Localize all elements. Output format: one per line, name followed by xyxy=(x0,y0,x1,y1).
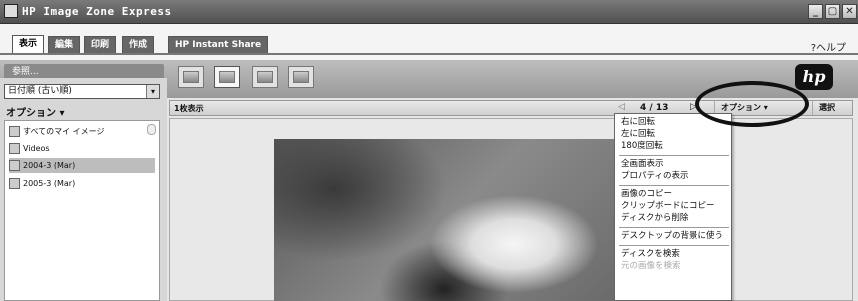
menu-separator xyxy=(619,155,729,156)
page-count: 4 / 13 xyxy=(640,103,669,113)
folder-icon xyxy=(9,160,20,171)
menu-show-properties[interactable]: プロパティの表示 xyxy=(621,171,689,182)
menu-delete-from-disk[interactable]: ディスクから削除 xyxy=(621,213,688,224)
menu-rotate-180[interactable]: 180度回転 xyxy=(621,141,663,152)
window-title: HP Image Zone Express xyxy=(22,5,172,18)
menu-rotate-right[interactable]: 右に回転 xyxy=(621,117,655,128)
thumbnail-view-button[interactable] xyxy=(178,66,204,88)
sort-select[interactable]: 日付順 (古い順) ▾ xyxy=(4,84,160,99)
filmstrip-icon xyxy=(257,71,273,83)
tree-item-label: 2005-3 (Mar) xyxy=(23,179,76,188)
tree-item-label: すべてのマイ イメージ xyxy=(23,127,105,136)
tree-item-all-images[interactable]: すべてのマイ イメージ xyxy=(9,124,105,139)
slideshow-button[interactable] xyxy=(288,66,314,88)
title-bar: HP Image Zone Express _ ▢ ✕ xyxy=(0,0,858,24)
tab-edit[interactable]: 編集 xyxy=(48,36,81,54)
tab-view[interactable]: 表示 xyxy=(12,35,45,55)
folder-tree: すべてのマイ イメージ Videos 2004-3 (Mar) 2005-3 (… xyxy=(4,120,160,301)
single-image-icon xyxy=(219,71,235,83)
menu-set-desktop-background[interactable]: デスクトップの背景に使う xyxy=(621,231,723,242)
tab-strip: 表示 編集 印刷 作成 HP Instant Share ?ヘルプ xyxy=(0,24,858,60)
image-canvas xyxy=(169,118,853,301)
menu-copy-to-clipboard[interactable]: クリップボードにコピー xyxy=(621,201,715,212)
select-button[interactable]: 選択 xyxy=(812,101,852,115)
filmstrip-view-button[interactable] xyxy=(252,66,278,88)
tree-scroll-up[interactable] xyxy=(147,124,156,135)
folder-icon xyxy=(9,178,20,189)
slideshow-icon xyxy=(293,71,309,83)
left-panel: 日付順 (古い順) ▾ オプション ▾ すべてのマイ イメージ Videos 2… xyxy=(0,78,167,301)
sort-select-value: 日付順 (古い順) xyxy=(8,86,72,96)
highlight-ellipse xyxy=(695,81,809,127)
menu-separator xyxy=(619,185,729,186)
sidebar-options-menu[interactable]: オプション ▾ xyxy=(6,104,65,119)
maximize-button[interactable]: ▢ xyxy=(825,4,840,19)
single-view-button[interactable] xyxy=(214,66,240,88)
hp-logo: hp xyxy=(795,64,833,90)
chevron-down-icon: ▾ xyxy=(146,85,159,98)
help-link[interactable]: ?ヘルプ xyxy=(811,39,846,54)
tab-divider xyxy=(0,53,858,55)
menu-separator xyxy=(619,227,729,228)
folder-icon xyxy=(9,143,20,154)
tab-hp-instant-share[interactable]: HP Instant Share xyxy=(168,36,269,54)
tree-item-2004-3[interactable]: 2004-3 (Mar) xyxy=(9,158,155,173)
tab-print[interactable]: 印刷 xyxy=(84,36,117,54)
tree-item-label: 2004-3 (Mar) xyxy=(23,161,76,170)
menu-copy-image[interactable]: 画像のコピー xyxy=(621,189,672,200)
menu-separator xyxy=(619,245,729,246)
menu-search-disk[interactable]: ディスクを検索 xyxy=(621,249,680,260)
minimize-button[interactable]: _ xyxy=(808,4,823,19)
app-icon xyxy=(4,4,18,18)
displayed-photo[interactable] xyxy=(274,139,620,301)
menu-find-original: 元の画像を検索 xyxy=(621,261,681,271)
close-button[interactable]: ✕ xyxy=(842,4,857,19)
tree-item-videos[interactable]: Videos xyxy=(9,141,50,156)
options-menu: 右に回転 左に回転 180度回転 全画面表示 プロパティの表示 画像のコピー ク… xyxy=(614,113,732,301)
menu-rotate-left[interactable]: 左に回転 xyxy=(621,129,655,140)
view-title: 1枚表示 xyxy=(174,104,204,113)
help-label: ヘルプ xyxy=(816,43,846,54)
tree-item-label: Videos xyxy=(23,144,50,153)
tab-create[interactable]: 作成 xyxy=(122,36,155,54)
all-images-icon xyxy=(9,126,20,137)
menu-full-screen[interactable]: 全画面表示 xyxy=(621,159,664,170)
main-area: 1枚表示 ◁ 4 / 13 ▷ オプション ▾ 選択 xyxy=(167,98,858,301)
thumbnail-grid-icon xyxy=(183,71,199,83)
tree-item-2005-3[interactable]: 2005-3 (Mar) xyxy=(9,176,75,191)
